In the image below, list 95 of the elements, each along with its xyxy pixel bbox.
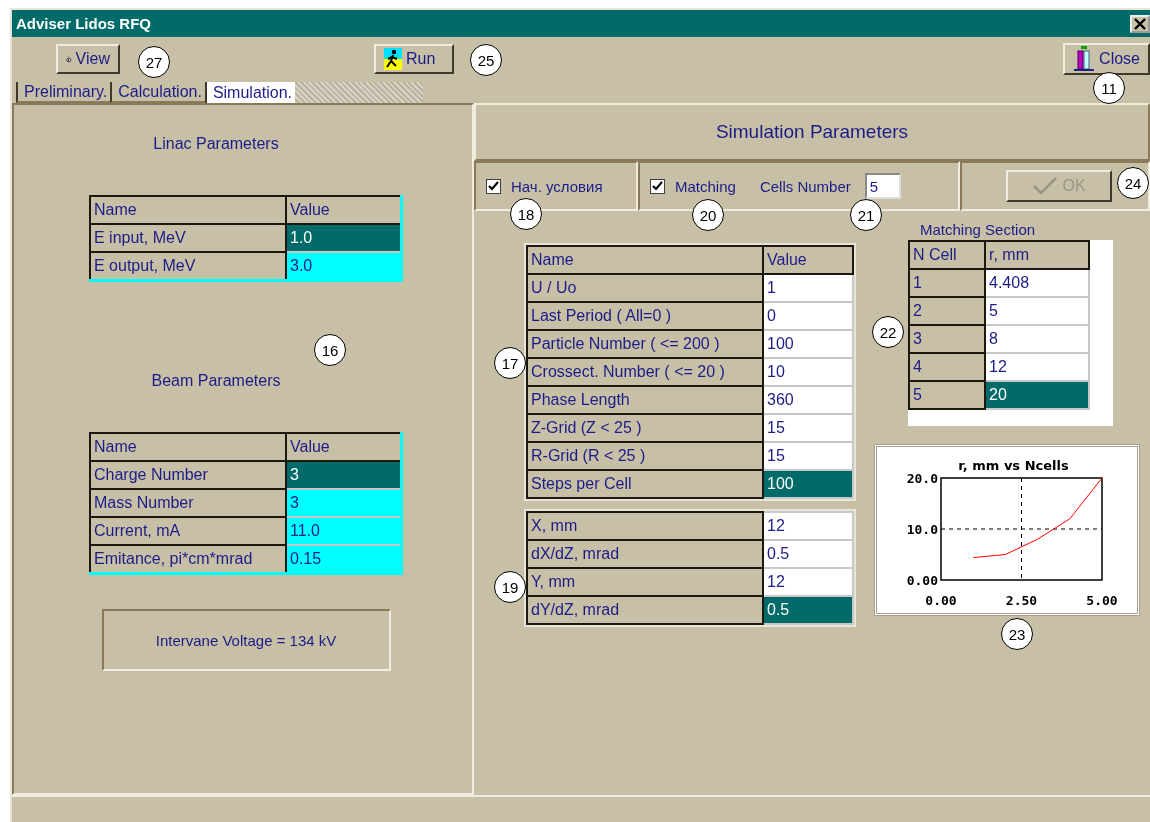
value-cell[interactable]: 5	[985, 297, 1089, 325]
value-cell[interactable]: 100	[763, 470, 853, 498]
value-cell[interactable]: 3	[286, 489, 402, 517]
tab[interactable]: Calculation.	[110, 82, 205, 103]
axis-tick-label: 10.0	[906, 522, 938, 537]
table-cell: Crossect. Number ( <= 20 )	[527, 358, 763, 386]
axis-tick-label: 2.50	[1005, 593, 1038, 608]
voltage-readout: Intervane Voltage = 134 kV	[101, 609, 391, 671]
table-cell: 3	[909, 325, 985, 353]
callout-number: 17	[494, 347, 526, 379]
table-cell: 5	[909, 381, 985, 409]
toolbar-button[interactable]: Run	[374, 44, 454, 74]
value-cell[interactable]: 10	[763, 358, 853, 386]
tab[interactable]: Preliminary.	[16, 82, 111, 103]
table-cell: X, mm	[527, 512, 763, 540]
callout-number: 23	[1001, 618, 1033, 650]
value-cell[interactable]: 100	[763, 330, 853, 358]
callout-number: 16	[314, 334, 346, 366]
value-cell[interactable]: 4.408	[985, 269, 1089, 297]
table-cell: U / Uo	[527, 274, 763, 302]
value-cell[interactable]: 0.5	[763, 596, 853, 624]
axis-tick-label: 0.00	[906, 573, 938, 588]
table-cell: dY/dZ, mrad	[527, 596, 763, 624]
checkmark-icon	[1032, 176, 1059, 196]
callout-number: 27	[138, 46, 170, 78]
table-cell: 4	[909, 353, 985, 381]
close-icon	[1134, 17, 1146, 30]
close-button[interactable]	[1130, 14, 1150, 33]
callout-number: 25	[470, 44, 502, 76]
value-cell[interactable]: 15	[763, 414, 853, 442]
table-cell: E input, MeV	[90, 224, 286, 252]
column-header: Name	[527, 246, 763, 274]
chart-title: r, mm vs Ncells	[958, 458, 1069, 473]
table-cell: Y, mm	[527, 568, 763, 596]
axis-tick-label: 20.0	[906, 471, 938, 486]
value-cell[interactable]: 1.0	[286, 224, 402, 252]
section-title: Matching Section	[920, 221, 1037, 238]
table-cell: Phase Length	[527, 386, 763, 414]
checkbox[interactable]	[486, 178, 501, 194]
table-cell: Emitance, pi*cm*mrad	[90, 545, 286, 574]
toolbar-button[interactable]: View	[56, 44, 120, 74]
door-icon	[1073, 46, 1096, 72]
table-cell: Z-Grid (Z < 25 )	[527, 414, 763, 442]
value-cell[interactable]: 12	[985, 353, 1089, 381]
table-cell: Current, mA	[90, 517, 286, 545]
value-cell[interactable]: 11.0	[286, 517, 402, 545]
running-figure-icon	[384, 48, 402, 70]
value-cell[interactable]: 1	[763, 274, 853, 302]
axis-tick-label: 5.00	[1086, 593, 1118, 608]
window-title: Adviser Lidos RFQ	[16, 15, 153, 32]
callout-number: 11	[1093, 72, 1125, 104]
table-cell: E output, MeV	[90, 252, 286, 281]
value-cell[interactable]: 360	[763, 386, 853, 414]
callout-number: 21	[850, 199, 882, 231]
value-cell[interactable]: 20	[985, 381, 1089, 409]
column-header: Value	[763, 246, 853, 274]
value-cell[interactable]: 0.5	[763, 540, 853, 568]
table-cell: dX/dZ, mrad	[527, 540, 763, 568]
value-cell[interactable]: 0.15	[286, 545, 402, 574]
table-cell: Last Period ( All=0 )	[527, 302, 763, 330]
checkbox-option[interactable]: Matching	[650, 177, 736, 195]
table-cell: Steps per Cell	[527, 470, 763, 498]
callout-number: 22	[872, 316, 904, 348]
callout-number: 24	[1117, 167, 1149, 199]
column-header: Value	[286, 196, 402, 224]
callout-number: 18	[510, 198, 542, 230]
axis-tick-label: 0.00	[925, 593, 957, 608]
table-cell: Charge Number	[90, 461, 286, 489]
callout-number: 19	[494, 571, 526, 603]
field-label: Cells Number	[759, 177, 851, 195]
section-title: Linac Parameters	[153, 135, 279, 153]
column-header: Name	[90, 196, 286, 224]
table-cell: Mass Number	[90, 489, 286, 517]
table-cell: 1	[909, 269, 985, 297]
value-cell[interactable]: 8	[985, 325, 1089, 353]
value-cell[interactable]: 3.0	[286, 252, 402, 281]
value-cell[interactable]: 0	[763, 302, 853, 330]
cells-number-field[interactable]: 5	[864, 173, 901, 199]
value-cell[interactable]: 15	[763, 442, 853, 470]
value-cell[interactable]: 3	[286, 461, 402, 489]
column-header: N Cell	[909, 241, 985, 269]
callout-number: 20	[692, 199, 724, 231]
section-title: Beam Parameters	[151, 372, 281, 390]
toolbar-button[interactable]: Close	[1063, 43, 1150, 75]
tab[interactable]: Simulation.	[204, 82, 296, 103]
table-cell: 2	[909, 297, 985, 325]
panel-title: Simulation Parameters	[474, 103, 1150, 161]
column-header: r, mm	[985, 241, 1089, 269]
table-cell: Particle Number ( <= 200 )	[527, 330, 763, 358]
column-header: Name	[90, 433, 286, 461]
value-cell[interactable]: 12	[763, 512, 853, 540]
value-cell[interactable]: 12	[763, 568, 853, 596]
table-cell: R-Grid (R < 25 )	[527, 442, 763, 470]
checkbox[interactable]	[650, 178, 665, 194]
column-header: Value	[286, 433, 402, 461]
